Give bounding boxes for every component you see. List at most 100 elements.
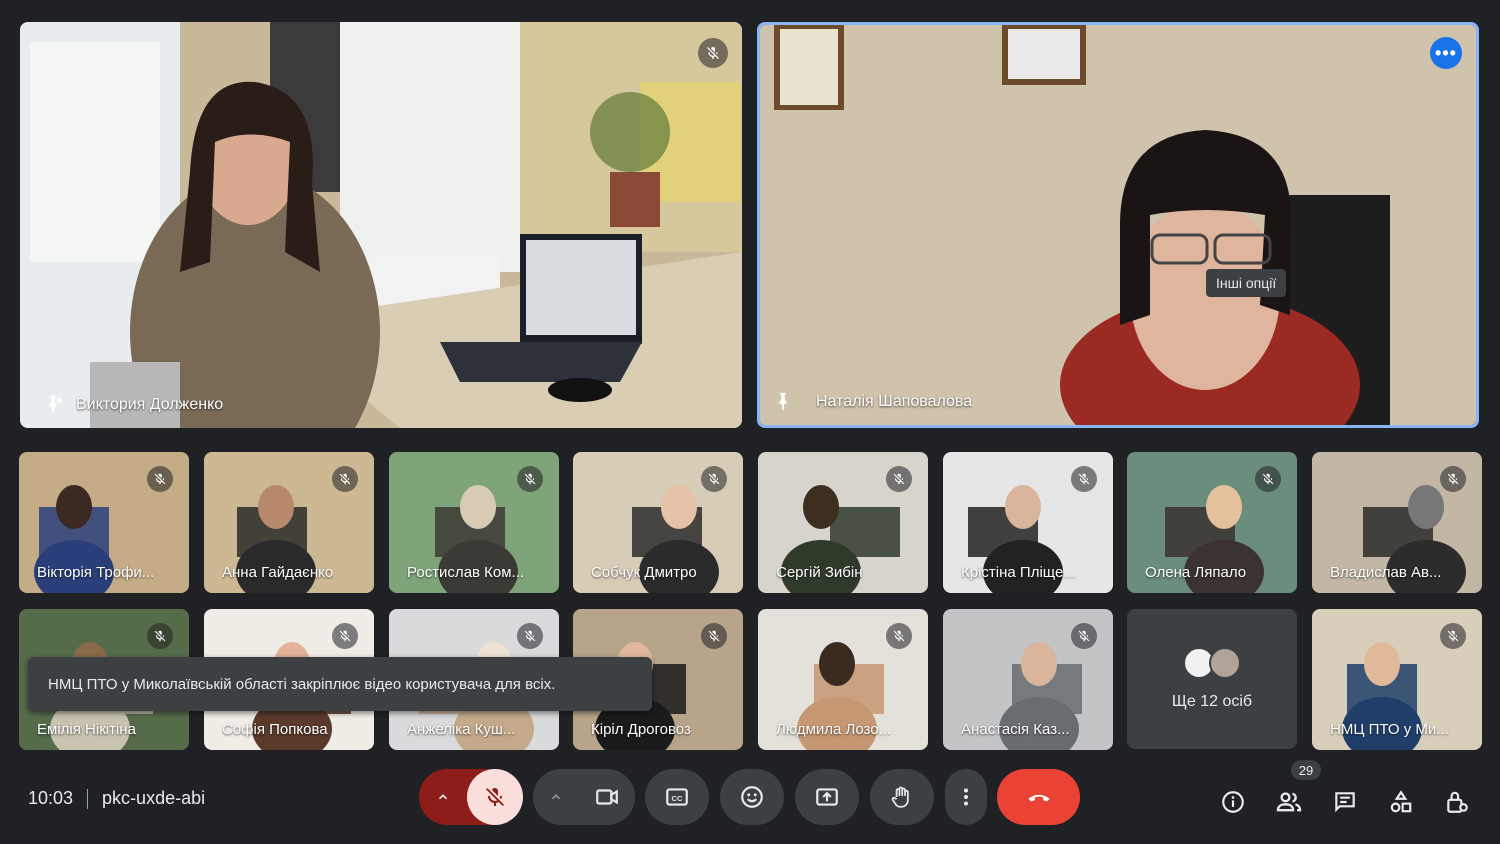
- mic-off-indicator: [886, 466, 912, 492]
- mic-off-icon: [708, 473, 720, 485]
- video-tile[interactable]: Крістіна Пліще...: [943, 452, 1113, 593]
- mic-off-icon: [154, 630, 166, 642]
- participant-name: Ростислав Ком...: [407, 564, 525, 581]
- video-tile-main-1[interactable]: Виктория Долженко: [20, 22, 742, 428]
- pin-icon[interactable]: [772, 391, 794, 413]
- more-options-tooltip: Інші опції: [1206, 269, 1287, 297]
- mic-off-icon: [339, 630, 351, 642]
- participant-name: Анна Гайдаєнко: [222, 564, 334, 581]
- snackbar-text: НМЦ ПТО у Миколаївській області закріплю…: [48, 675, 556, 693]
- video-tile[interactable]: Вікторія Трофи...: [19, 452, 189, 593]
- mic-off-indicator: [701, 623, 727, 649]
- video-tile[interactable]: Олена Ляпало: [1127, 452, 1297, 593]
- captions-button[interactable]: CC: [645, 769, 709, 825]
- participant-name: НМЦ ПТО у Ми...: [1330, 721, 1449, 738]
- mic-off-icon: [486, 787, 504, 806]
- meeting-code[interactable]: pkc-uxde-abi: [102, 788, 205, 809]
- mic-off-icon: [893, 630, 905, 642]
- mic-off-icon: [1078, 630, 1090, 642]
- mic-off-icon: [893, 473, 905, 485]
- mic-off-indicator: [1440, 623, 1466, 649]
- camera-toggle-button[interactable]: [579, 769, 635, 825]
- raise-hand-button[interactable]: [870, 769, 934, 825]
- participant-name: Наталія Шаповалова: [816, 393, 973, 410]
- mic-off-icon: [154, 473, 166, 485]
- video-tile[interactable]: Сергій Зибін: [758, 452, 928, 593]
- video-tile[interactable]: Анна Гайдаєнко: [204, 452, 374, 593]
- video-tile[interactable]: НМЦ ПТО у Ми...: [1312, 609, 1482, 750]
- pin-off-icon[interactable]: [42, 394, 64, 416]
- avatar: [1209, 647, 1241, 679]
- participant-name: Крістіна Пліще...: [961, 564, 1076, 581]
- more-vert-icon: [964, 788, 968, 806]
- video-tile[interactable]: Людмила Лозо...: [758, 609, 928, 750]
- video-tile[interactable]: Ростислав Ком...: [389, 452, 559, 593]
- info-icon: [1222, 791, 1244, 813]
- chevron-up-icon: [438, 794, 448, 800]
- video-tile-main-2[interactable]: ••• Інші опції Наталія Шаповалова: [757, 22, 1479, 428]
- participant-name: Анастасія Каз...: [961, 721, 1070, 738]
- participant-name: Виктория Долженко: [76, 396, 224, 413]
- svg-text:CC: CC: [672, 794, 683, 803]
- pin-notification-snackbar: НМЦ ПТО у Миколаївській області закріплю…: [28, 657, 652, 711]
- more-options-button[interactable]: •••: [1430, 37, 1462, 69]
- avatar-stack: [1183, 647, 1241, 679]
- participant-name: Емілія Нікітіна: [37, 721, 136, 738]
- mic-off-indicator: [332, 623, 358, 649]
- mic-off-icon: [1447, 630, 1459, 642]
- hand-icon: [891, 786, 909, 808]
- participant-name: Собчук Дмитро: [591, 564, 697, 581]
- present-button[interactable]: [795, 769, 859, 825]
- mic-off-indicator: [698, 38, 728, 68]
- camera-icon: [596, 789, 618, 805]
- emoji-icon: [741, 786, 763, 808]
- video-tile[interactable]: Владислав Ав...: [1312, 452, 1482, 593]
- participant-name: Кіріл Дроговоз: [591, 721, 691, 738]
- leave-call-button[interactable]: [997, 769, 1080, 825]
- people-button[interactable]: [1269, 782, 1309, 822]
- video-tile[interactable]: Анастасія Каз...: [943, 609, 1113, 750]
- more-options-menu-button[interactable]: [945, 769, 987, 825]
- mic-off-icon: [339, 473, 351, 485]
- more-participants-tile[interactable]: Ще 12 осіб: [1127, 609, 1297, 749]
- participant-name: Олена Ляпало: [1145, 564, 1247, 581]
- mic-off-icon: [1447, 473, 1459, 485]
- mic-toggle-button[interactable]: [467, 769, 523, 825]
- mic-off-icon: [524, 473, 536, 485]
- host-controls-button[interactable]: [1437, 782, 1477, 822]
- mic-off-icon: [1262, 473, 1274, 485]
- participant-name: Анжеліка Куш...: [407, 721, 516, 738]
- participants-count-badge: 29: [1291, 760, 1321, 780]
- mic-off-indicator: [147, 466, 173, 492]
- chat-button[interactable]: [1325, 782, 1365, 822]
- host-controls-icon: [1447, 791, 1468, 813]
- end-call-icon: [1028, 794, 1049, 802]
- video-tile[interactable]: Собчук Дмитро: [573, 452, 743, 593]
- divider: [87, 788, 89, 809]
- clock: 10:03: [28, 788, 74, 808]
- mic-off-icon: [707, 46, 719, 59]
- participant-name: Сергій Зибін: [776, 564, 863, 581]
- participant-video-scene: [760, 25, 1476, 425]
- activities-button[interactable]: [1381, 782, 1421, 822]
- participant-name: Вікторія Трофи...: [37, 564, 155, 581]
- mic-off-indicator: [517, 466, 543, 492]
- chat-icon: [1335, 792, 1355, 813]
- mic-off-indicator: [332, 466, 358, 492]
- mic-off-indicator: [147, 623, 173, 649]
- meeting-details-button[interactable]: [1213, 782, 1253, 822]
- more-participants-label: Ще 12 осіб: [1171, 693, 1253, 710]
- reactions-button[interactable]: [720, 769, 784, 825]
- camera-control-group: [533, 769, 635, 825]
- activities-icon: [1390, 790, 1412, 813]
- mic-off-indicator: [701, 466, 727, 492]
- mic-off-icon: [708, 630, 720, 642]
- captions-icon: CC: [666, 788, 688, 806]
- bottom-control-bar: 10:03 pkc-uxde-abi CC 29: [0, 760, 1500, 844]
- camera-options-button[interactable]: [533, 769, 579, 825]
- mic-options-button[interactable]: [419, 769, 467, 825]
- mic-control-group: [419, 769, 523, 825]
- mic-off-indicator: [517, 623, 543, 649]
- mic-off-indicator: [1071, 623, 1097, 649]
- chevron-up-icon: [551, 794, 561, 800]
